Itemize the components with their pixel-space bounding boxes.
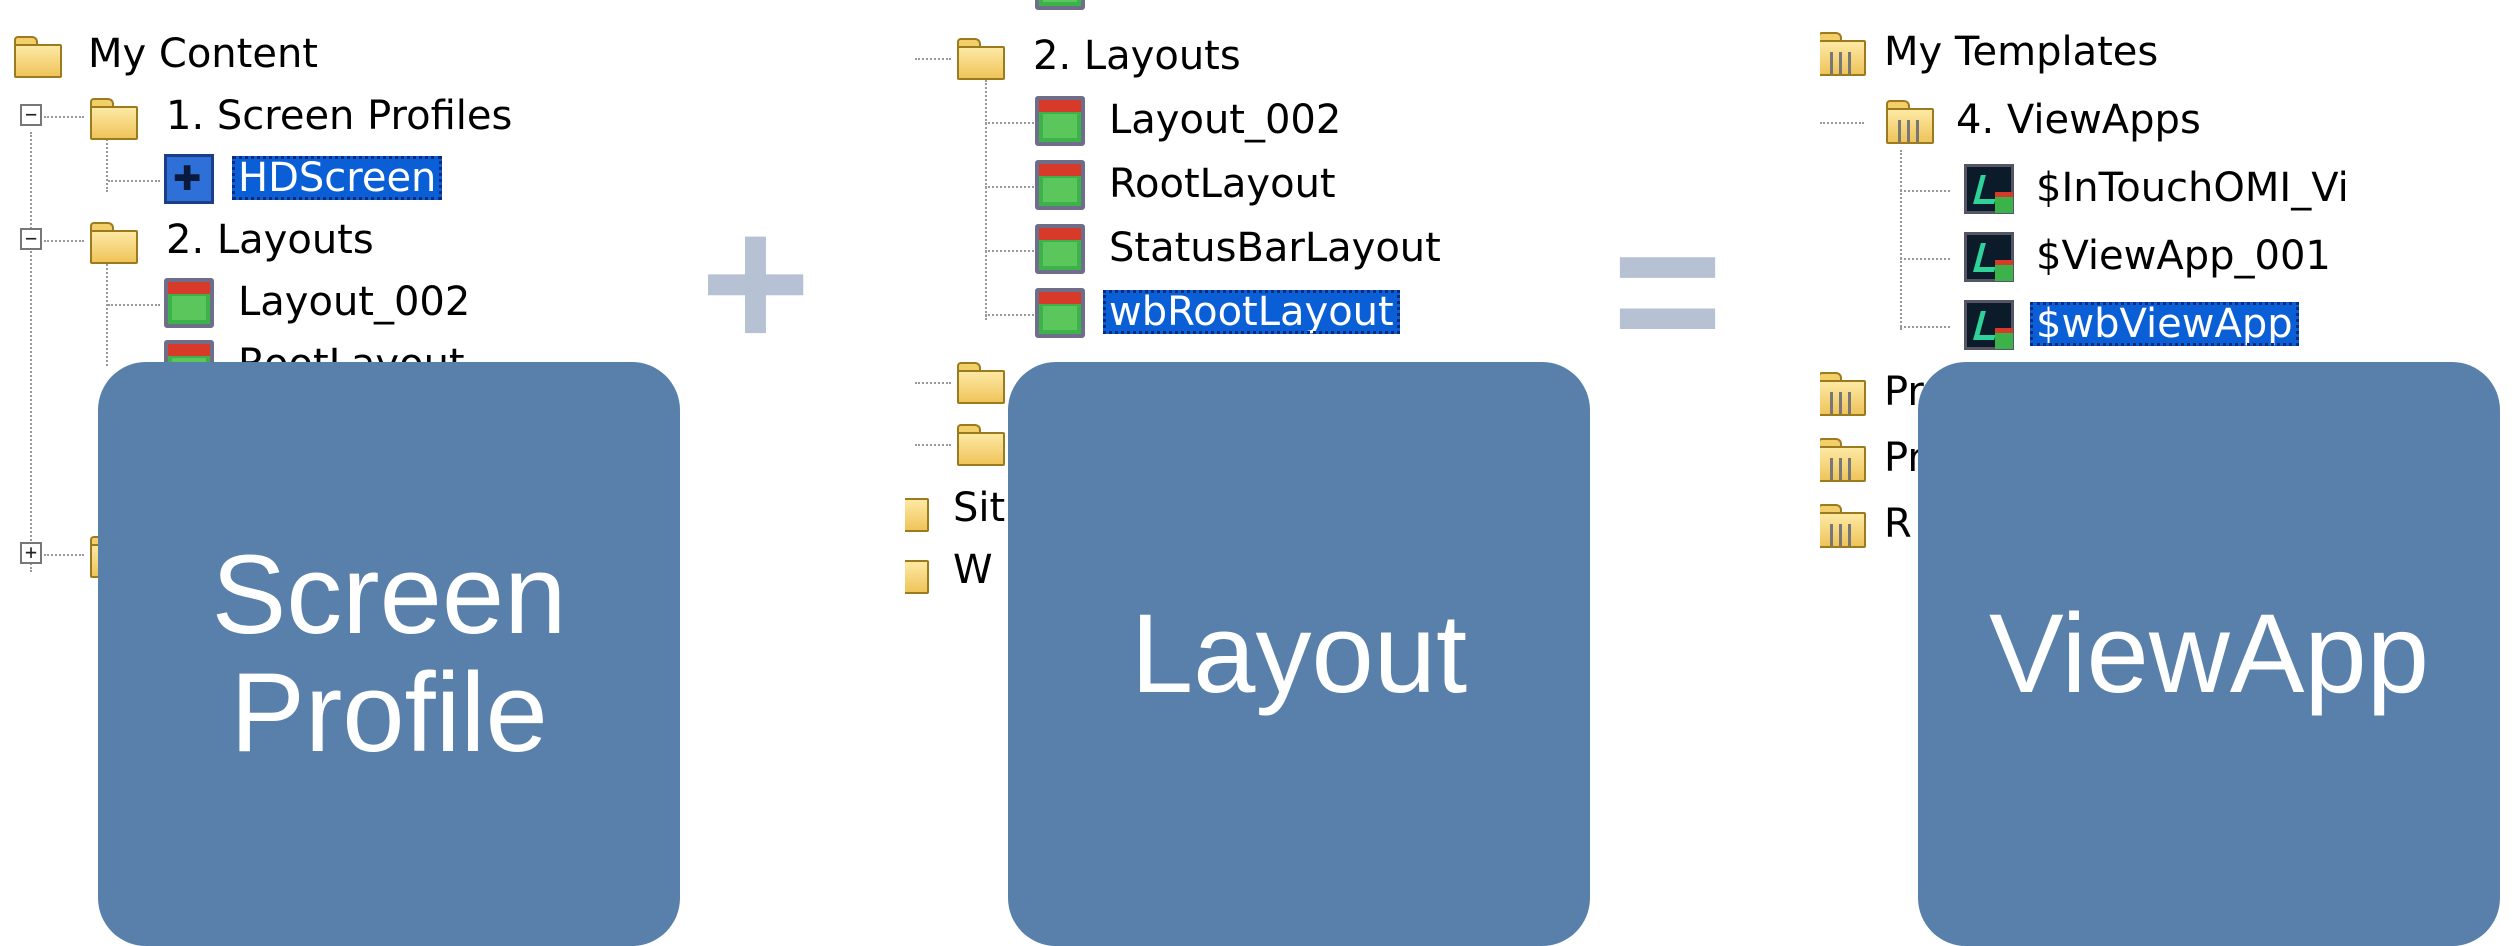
screen-profile-card: Screen Profile [98, 362, 680, 946]
tree-item-label: 1. Screen Profiles [166, 93, 513, 139]
tree-line [985, 122, 1037, 124]
card-label-line: Screen [211, 532, 567, 657]
tree-item-label: 2. Layouts [1033, 33, 1241, 79]
layout-icon [1035, 160, 1085, 210]
tree-line [915, 444, 951, 446]
card-label: Layout [1130, 591, 1468, 716]
tree-item-label: Layout_002 [238, 279, 471, 325]
tree-line [1900, 326, 1950, 328]
expand-icon[interactable]: + [20, 542, 42, 564]
template-folder-icon [1884, 96, 1934, 146]
tree-line [1900, 190, 1950, 192]
layout-icon [1035, 288, 1085, 338]
folder-icon [88, 216, 138, 266]
viewapp-icon [1964, 232, 2014, 282]
equals-operator: = [1612, 185, 1723, 397]
tree-line [106, 256, 108, 366]
tree-item-label: $ViewApp_001 [2036, 233, 2331, 279]
collapse-icon[interactable]: − [20, 104, 42, 126]
tree-item-label: StatusBarLayout [1109, 225, 1441, 271]
tree-line [44, 116, 84, 118]
folder-icon [88, 92, 138, 142]
template-folder-icon [1820, 368, 1866, 418]
layout-icon [1035, 224, 1085, 274]
tree-item-label: $InTouchOMI_Vi [2036, 165, 2349, 211]
tree-item-label: Sit [953, 485, 1006, 531]
tree-line [108, 304, 160, 306]
screen-profile-icon [164, 154, 214, 204]
layout-icon [1035, 96, 1085, 146]
collapse-icon[interactable]: − [20, 228, 42, 250]
folder-icon [955, 356, 1005, 406]
folder-icon [12, 30, 62, 80]
tree-line [1900, 258, 1950, 260]
tree-item-label: $wbViewApp [2030, 302, 2299, 346]
template-folder-icon [1820, 500, 1866, 550]
tree-item-label: R [1884, 501, 1912, 547]
tree-item-label: wbRootLayout [1103, 290, 1400, 334]
tree-line [985, 314, 1037, 316]
tree-line [985, 80, 987, 320]
card-label: ViewApp [1988, 591, 2429, 716]
tree-item-label: Layout_002 [1109, 97, 1342, 143]
tree-item-label: My Content [88, 31, 318, 77]
card-label-line: Profile [230, 650, 548, 775]
viewapp-card: ViewApp [1918, 362, 2500, 946]
tree-item-label: W [953, 547, 993, 593]
tree-line [1820, 122, 1864, 124]
tree-line [915, 382, 951, 384]
tree-item-label: HDScreen [232, 156, 443, 200]
tree-line [108, 180, 160, 182]
viewapp-icon [1964, 300, 2014, 350]
tree-item-label: 4. ViewApps [1956, 97, 2201, 143]
tree-line [985, 250, 1037, 252]
tree-item-label: RootLayout [1109, 161, 1336, 207]
layout-icon [1035, 0, 1085, 10]
folder-icon [955, 418, 1005, 468]
tree-item-label: 2. Layouts [166, 217, 374, 263]
tree-line [1900, 150, 1902, 330]
template-folder-icon [1820, 28, 1866, 78]
tree-line [915, 58, 951, 60]
layout-card: Layout [1008, 362, 1590, 946]
plus-operator: + [700, 177, 811, 389]
folder-icon [905, 546, 929, 596]
tree-line [30, 132, 32, 572]
card-label: Screen Profile [212, 536, 567, 772]
tree-item-label: My Templates [1884, 29, 2159, 75]
template-folder-icon [1820, 434, 1866, 484]
viewapp-icon [1964, 164, 2014, 214]
tree-line [44, 554, 84, 556]
folder-icon [955, 32, 1005, 82]
folder-icon [905, 484, 929, 534]
layout-icon [164, 278, 214, 328]
tree-line [44, 240, 84, 242]
tree-line [985, 186, 1037, 188]
